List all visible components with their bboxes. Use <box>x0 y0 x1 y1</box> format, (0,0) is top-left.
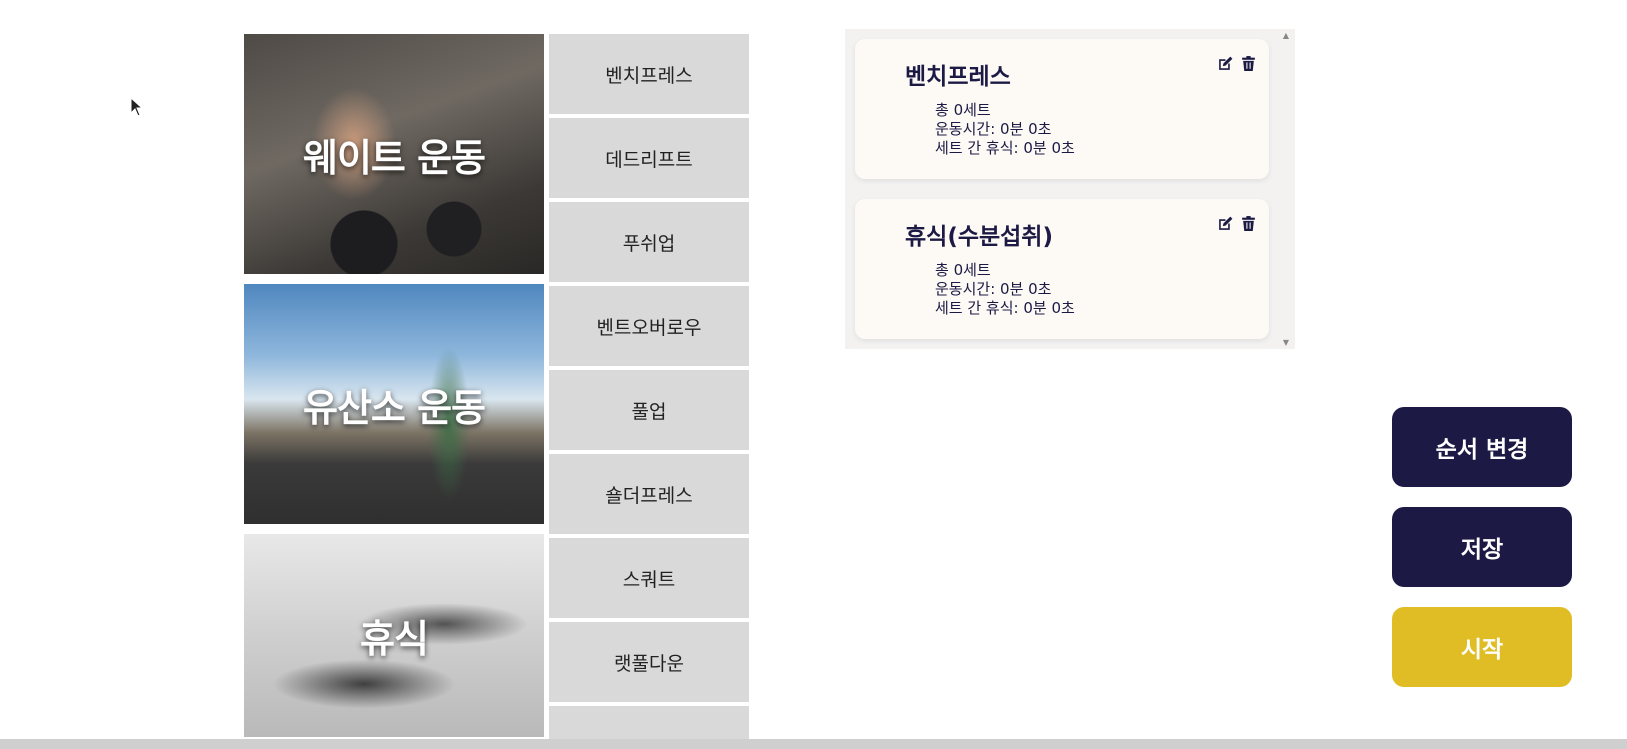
routine-item-duration: 운동시간: 0분 0초 <box>935 280 1052 298</box>
exercise-bench-press[interactable]: 벤치프레스 <box>549 34 749 114</box>
exercise-squat[interactable]: 스쿼트 <box>549 538 749 618</box>
exercise-push-up[interactable]: 푸쉬업 <box>549 202 749 282</box>
routine-item-duration: 운동시간: 0분 0초 <box>935 120 1052 138</box>
category-label: 웨이트 운동 <box>302 135 486 180</box>
scroll-up-arrow-icon[interactable]: ▲ <box>1283 31 1289 40</box>
routine-item-rest: 세트 간 휴식: 0분 0초 <box>935 299 1075 317</box>
category-label: 유산소 운동 <box>302 385 486 430</box>
category-weight-training[interactable]: 웨이트 운동 <box>244 34 544 274</box>
scroll-down-arrow-icon[interactable]: ▼ <box>1283 338 1289 347</box>
exercise-shoulder-press[interactable]: 숄더프레스 <box>549 454 749 534</box>
routine-item-title: 벤치프레스 <box>905 64 1011 90</box>
edit-icon[interactable] <box>1217 55 1234 72</box>
routine-list-panel[interactable]: ▲ 벤치프레스 총 0세트 운동시간: 0분 0초 세트 간 휴식: 0분 0초… <box>845 29 1295 349</box>
trash-icon[interactable] <box>1240 55 1257 72</box>
exercise-item-partial[interactable] <box>549 706 749 739</box>
routine-item-sets: 총 0세트 <box>935 261 991 279</box>
edit-icon[interactable] <box>1217 215 1234 232</box>
routine-item-rest: 세트 간 휴식: 0분 0초 <box>935 139 1075 157</box>
trash-icon[interactable] <box>1240 215 1257 232</box>
mouse-pointer-icon <box>130 97 144 117</box>
exercise-lat-pulldown[interactable]: 랫풀다운 <box>549 622 749 702</box>
routine-item[interactable]: 벤치프레스 총 0세트 운동시간: 0분 0초 세트 간 휴식: 0분 0초 <box>855 39 1269 179</box>
routine-item-title: 휴식(수분섭취) <box>905 224 1053 250</box>
exercise-pull-up[interactable]: 풀업 <box>549 370 749 450</box>
horizontal-scrollbar[interactable] <box>0 739 1627 749</box>
save-button[interactable]: 저장 <box>1392 507 1572 587</box>
routine-item-sets: 총 0세트 <box>935 101 991 119</box>
reorder-button[interactable]: 순서 변경 <box>1392 407 1572 487</box>
exercise-deadlift[interactable]: 데드리프트 <box>549 118 749 198</box>
category-label: 휴식 <box>360 617 429 661</box>
category-rest[interactable]: 휴식 <box>244 534 544 737</box>
start-button[interactable]: 시작 <box>1392 607 1572 687</box>
exercise-bent-over-row[interactable]: 벤트오버로우 <box>549 286 749 366</box>
category-cardio[interactable]: 유산소 운동 <box>244 284 544 524</box>
routine-item[interactable]: 휴식(수분섭취) 총 0세트 운동시간: 0분 0초 세트 간 휴식: 0분 0… <box>855 199 1269 339</box>
